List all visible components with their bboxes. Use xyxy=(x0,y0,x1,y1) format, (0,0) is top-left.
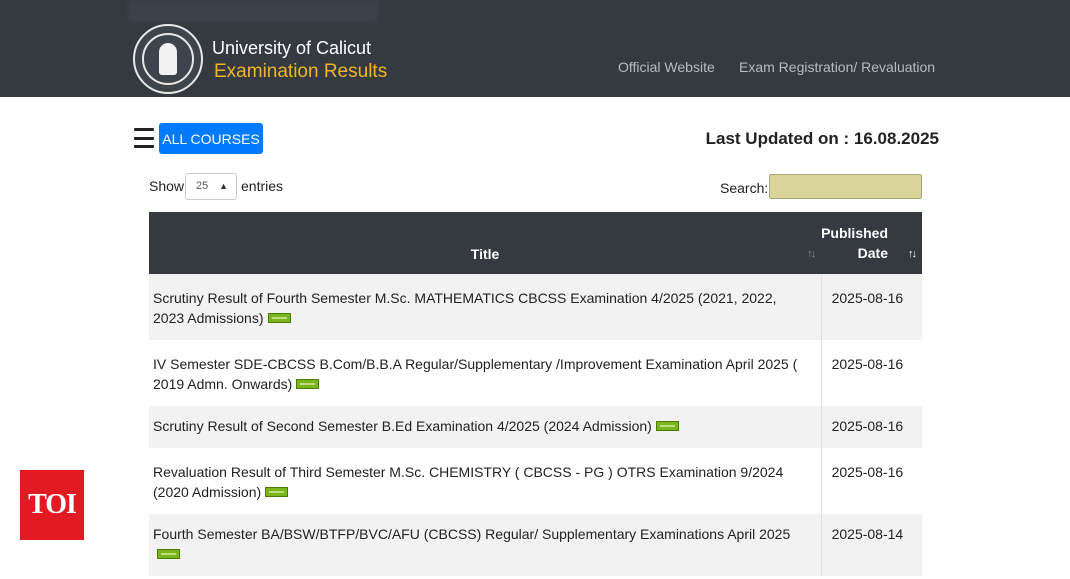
blurred-overlay xyxy=(128,0,378,22)
hamburger-menu-icon[interactable] xyxy=(134,128,154,148)
new-badge-icon xyxy=(655,421,679,432)
show-label: Show xyxy=(149,178,185,194)
search-label: Search: xyxy=(720,180,769,196)
table-header-row: Title ↑↓ Published Date ↑↓ xyxy=(149,212,922,274)
table-row[interactable]: Revaluation Result of Third Semester M.S… xyxy=(149,448,922,514)
result-title-link[interactable]: IV Semester SDE-CBCSS B.Com/B.B.A Regula… xyxy=(153,356,797,392)
table-row[interactable]: Fourth Semester BA/BSW/BTFP/BVC/AFU (CBC… xyxy=(149,514,922,576)
new-badge-icon xyxy=(296,379,320,390)
logo-inner-ring xyxy=(142,33,194,85)
result-title-cell[interactable]: Scrutiny Result of Fourth Semester M.Sc.… xyxy=(149,274,822,340)
sort-desc-icon: ↑↓ xyxy=(908,248,917,260)
new-badge-icon xyxy=(265,487,289,498)
nav-official-website[interactable]: Official Website xyxy=(618,59,715,75)
results-table: Title ↑↓ Published Date ↑↓ Scrutiny Resu… xyxy=(149,212,922,576)
result-title-cell[interactable]: Fourth Semester BA/BSW/BTFP/BVC/AFU (CBC… xyxy=(149,514,822,576)
entries-select[interactable]: 25 ▲ xyxy=(185,173,237,200)
new-badge-icon xyxy=(157,549,180,560)
result-title-cell[interactable]: Scrutiny Result of Second Semester B.Ed … xyxy=(149,406,822,448)
hamburger-bar xyxy=(134,136,154,140)
search-input[interactable] xyxy=(769,174,922,199)
hamburger-bar xyxy=(134,145,154,148)
logo-emblem xyxy=(159,43,177,75)
result-title-link[interactable]: Scrutiny Result of Fourth Semester M.Sc.… xyxy=(153,290,777,326)
entries-value: 25 xyxy=(196,180,209,192)
published-date-cell: 2025-08-16 xyxy=(831,290,904,306)
column-header-date[interactable]: Published Date ↑↓ xyxy=(821,212,922,274)
entries-label: entries xyxy=(241,178,284,194)
column-header-title[interactable]: Title ↑↓ xyxy=(149,212,821,274)
title-header-label: Title xyxy=(470,246,500,262)
published-date-cell: 2025-08-16 xyxy=(831,418,904,434)
sort-icon: ↑↓ xyxy=(807,248,816,260)
published-date-cell: 2025-08-14 xyxy=(831,526,904,542)
university-name: University of Calicut xyxy=(212,38,372,58)
result-title-cell[interactable]: IV Semester SDE-CBCSS B.Com/B.B.A Regula… xyxy=(149,340,822,406)
all-courses-button[interactable]: ALL COURSES xyxy=(159,123,263,154)
result-title-link[interactable]: Fourth Semester BA/BSW/BTFP/BVC/AFU (CBC… xyxy=(153,526,790,542)
date-header-line2: Date xyxy=(857,245,888,261)
table-row[interactable]: Scrutiny Result of Second Semester B.Ed … xyxy=(149,406,922,448)
result-title-cell[interactable]: Revaluation Result of Third Semester M.S… xyxy=(149,448,822,514)
select-arrows-icon: ▲ xyxy=(219,181,228,191)
university-logo-icon[interactable] xyxy=(133,24,203,94)
site-header: University of Calicut Examination Result… xyxy=(0,0,1070,97)
result-title-link[interactable]: Revaluation Result of Third Semester M.S… xyxy=(153,464,783,500)
new-badge-icon xyxy=(267,313,291,324)
toi-watermark-logo: TOI xyxy=(20,470,84,540)
hamburger-bar xyxy=(134,128,154,131)
published-date-cell: 2025-08-16 xyxy=(831,356,904,372)
last-updated-text: Last Updated on : 16.08.2025 xyxy=(705,129,939,148)
site-subtitle: Examination Results xyxy=(214,61,388,82)
table-row[interactable]: IV Semester SDE-CBCSS B.Com/B.B.A Regula… xyxy=(149,340,922,406)
date-header-line1: Published xyxy=(821,225,888,241)
nav-exam-registration[interactable]: Exam Registration/ Revaluation xyxy=(739,59,935,75)
published-date-cell: 2025-08-16 xyxy=(831,464,904,480)
table-row[interactable]: Scrutiny Result of Fourth Semester M.Sc.… xyxy=(149,274,922,340)
result-title-link[interactable]: Scrutiny Result of Second Semester B.Ed … xyxy=(153,418,652,434)
